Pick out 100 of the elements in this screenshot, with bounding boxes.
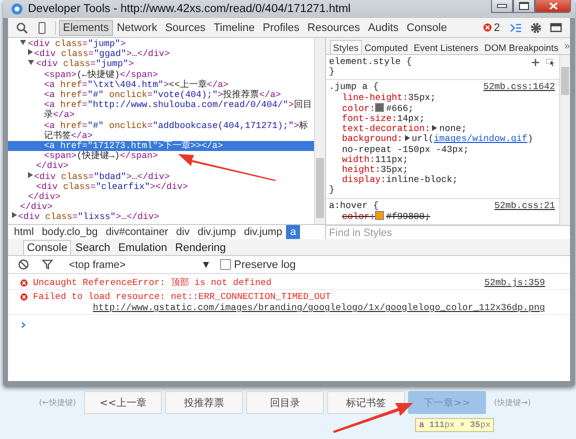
closing-tag-text: </div> bbox=[27, 192, 62, 202]
window-title: Developer Tools - http://www.42xs.com/read/0/404/171271.html bbox=[28, 3, 351, 15]
scrollbar[interactable] bbox=[559, 55, 570, 226]
panel-tab[interactable]: Elements bbox=[59, 20, 113, 36]
breadcrumb-item[interactable]: div.jump bbox=[240, 225, 286, 240]
mobile-device-icon[interactable] bbox=[36, 22, 48, 34]
close-button[interactable] bbox=[535, 0, 571, 13]
element-markup-text[interactable]: <div class="jump"> bbox=[8, 39, 314, 50]
css-selector: .jump a { bbox=[329, 82, 379, 93]
find-in-styles-field[interactable]: Find in Styles bbox=[326, 225, 570, 240]
close-icon bbox=[548, 2, 558, 10]
css-selector: element.style { bbox=[329, 57, 412, 67]
add-rule-icon[interactable] bbox=[531, 58, 540, 67]
expand-triangle-icon[interactable] bbox=[28, 49, 33, 56]
console-drawer-icon[interactable] bbox=[510, 22, 522, 34]
breadcrumb-item[interactable]: html bbox=[10, 225, 38, 240]
element-markup-text[interactable]: <a href="171273.html">下一章>></a> bbox=[8, 141, 314, 152]
drawer-tab[interactable]: Search bbox=[71, 240, 114, 255]
breadcrumb-item[interactable]: a bbox=[286, 225, 300, 240]
css-selector: a:hover { bbox=[329, 200, 379, 211]
css-property: height:35px; bbox=[341, 165, 408, 176]
breadcrumb-item[interactable]: div bbox=[172, 225, 194, 240]
css-property: background: url(images/window.gif) no-repeat -150px -43px; bbox=[341, 134, 534, 155]
breadcrumb-item[interactable]: body.clo_bg bbox=[38, 225, 102, 240]
expand-triangle-icon[interactable] bbox=[20, 40, 26, 45]
closing-brace: } bbox=[329, 185, 336, 196]
element-size-tooltip: a 111px × 35px bbox=[415, 418, 494, 432]
console-message: Uncaught ReferenceError: 顶部 is not defined bbox=[33, 277, 272, 288]
settings-icon[interactable] bbox=[530, 22, 542, 34]
element-markup-text[interactable]: <div class="clearfix"></div> bbox=[8, 182, 314, 192]
panel-tab[interactable]: Timeline bbox=[210, 20, 259, 36]
element-markup-text[interactable]: <div class="lixss">…</div> bbox=[8, 212, 314, 223]
sidebar-tab[interactable]: Computed bbox=[362, 40, 411, 54]
drawer-tab[interactable]: Emulation bbox=[114, 240, 172, 255]
chapter-nav-button[interactable]: 回目录 bbox=[246, 391, 324, 414]
expand-triangle-icon[interactable] bbox=[12, 212, 17, 218]
panel-tab[interactable]: Resources bbox=[303, 20, 364, 36]
closing-brace: } bbox=[329, 67, 336, 78]
element-markup-text[interactable]: <div class="jump"> bbox=[8, 59, 314, 70]
error-icon bbox=[20, 292, 28, 300]
source-link[interactable]: 52mb.js:359 bbox=[484, 277, 545, 288]
maximize-button[interactable] bbox=[513, 0, 535, 13]
css-property: font-size:14px; bbox=[341, 114, 425, 124]
sidebar-tab[interactable]: DOM Breakpoints bbox=[481, 40, 562, 54]
clear-console-icon[interactable] bbox=[18, 259, 29, 270]
element-markup-text[interactable]: <a href="\txt\404.htm"><<上一章</a> bbox=[8, 80, 314, 90]
css-property: display:inline-block; bbox=[341, 175, 459, 186]
more-tabs-button[interactable]: » bbox=[561, 41, 573, 54]
source-link[interactable]: 52mb.css:21 bbox=[494, 200, 555, 211]
error-icon bbox=[482, 23, 492, 32]
console-message: Failed to load resource: net::ERR_CONNECTION_TIMED_OUT bbox=[33, 291, 331, 302]
expand-triangle-icon[interactable] bbox=[432, 125, 438, 132]
panel-tab[interactable]: Sources bbox=[161, 20, 210, 36]
frame-select[interactable]: <top frame> bbox=[66, 258, 212, 270]
panel-tab[interactable]: Profiles bbox=[258, 20, 304, 36]
element-markup-text[interactable]: <span>(←快捷键)</span> bbox=[8, 70, 314, 80]
element-markup-text[interactable]: <span>(快捷键→)</span> bbox=[8, 151, 314, 162]
css-property: text-decoration: none; bbox=[341, 124, 467, 134]
panel-tab[interactable]: Network bbox=[112, 20, 162, 36]
shortcut-hint: (←快捷键) bbox=[39, 397, 76, 408]
element-markup-text[interactable]: <a href="#" onclick="addbookcase(404,171271);">标记书签</a> bbox=[8, 120, 314, 142]
resource-url-link[interactable]: http://www.gstatic.com/images/branding/googlelogo/1x/googlelogo_color_112x36dp.png bbox=[92, 302, 545, 313]
chapter-nav-button[interactable]: 投推荐票 bbox=[164, 391, 243, 414]
css-property: width:111px; bbox=[341, 154, 408, 165]
scrollbar[interactable] bbox=[314, 38, 325, 224]
element-markup-text[interactable]: <div class="ggad">…</div> bbox=[8, 49, 314, 60]
shortcut-hint: (快捷键→) bbox=[494, 397, 531, 408]
element-markup-text[interactable]: <a href="http://www.shulouba.com/read/0/404/">回目录</a> bbox=[8, 100, 314, 121]
css-property: color: #f99800; bbox=[341, 210, 432, 222]
expand-triangle-icon[interactable] bbox=[28, 60, 34, 66]
element-markup-text[interactable]: <div class="bdad">…</div> bbox=[8, 172, 314, 182]
filter-icon[interactable] bbox=[42, 259, 53, 270]
minimize-button[interactable] bbox=[491, 0, 513, 13]
element-markup-text[interactable]: <a href="#" onclick="vote(404);">投推荐票</a> bbox=[8, 90, 314, 100]
panel-tab[interactable]: Audits bbox=[364, 20, 403, 36]
preserve-log-checkbox[interactable]: Preserve log bbox=[220, 258, 296, 270]
chapter-nav-button[interactable]: 标记书签 bbox=[326, 391, 405, 414]
sidebar-tab[interactable]: Event Listeners bbox=[410, 40, 482, 54]
drawer-tab[interactable]: Console bbox=[23, 240, 72, 255]
css-property: color: #666; bbox=[341, 102, 415, 114]
error-count[interactable]: 2 bbox=[494, 22, 500, 34]
dock-side-icon[interactable] bbox=[550, 22, 562, 34]
chapter-nav-button[interactable]: <<上一章 bbox=[84, 391, 162, 414]
panel-tab[interactable]: Console bbox=[402, 20, 451, 36]
drawer-tab[interactable]: Rendering bbox=[171, 240, 230, 255]
breadcrumb-item[interactable]: div.jump bbox=[194, 225, 240, 240]
element-state-icon[interactable] bbox=[546, 58, 555, 67]
expand-triangle-icon[interactable] bbox=[404, 135, 410, 142]
css-property: line-height:35px; bbox=[341, 92, 437, 103]
maximize-icon bbox=[519, 2, 529, 10]
error-icon bbox=[20, 278, 28, 286]
breadcrumb-item[interactable]: div#container bbox=[102, 225, 172, 240]
sidebar-tab[interactable]: Styles bbox=[330, 40, 362, 54]
closing-tag-text: </div> bbox=[19, 202, 54, 212]
minimize-icon bbox=[497, 4, 507, 8]
search-icon[interactable] bbox=[16, 22, 28, 34]
app-logo-icon bbox=[11, 3, 23, 15]
expand-triangle-icon[interactable] bbox=[28, 172, 33, 178]
console-prompt-icon[interactable] bbox=[21, 321, 26, 329]
source-link[interactable]: 52mb.css:1642 bbox=[483, 82, 555, 93]
